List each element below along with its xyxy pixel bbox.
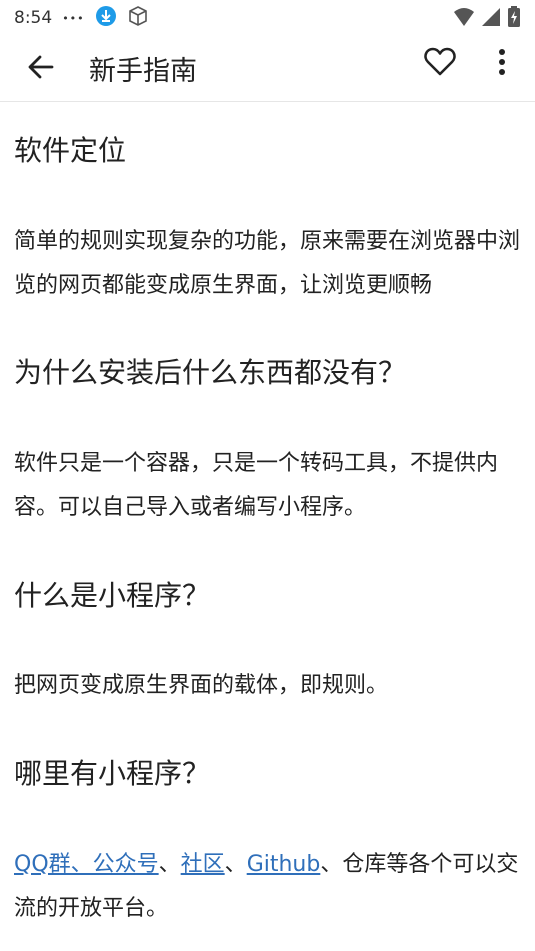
separator: 、: [158, 852, 181, 877]
back-button[interactable]: [13, 41, 69, 97]
page-title: 新手指南: [89, 56, 197, 87]
section-body: QQ群、公众号、社区、Github、仓库等各个可以交流的开放平台。: [14, 843, 524, 931]
separator: 、: [224, 852, 247, 877]
more-vert-icon: [498, 48, 506, 80]
community-link[interactable]: 社区: [181, 852, 225, 877]
status-bar: 8:54 •••: [0, 0, 535, 36]
status-dots: •••: [62, 11, 85, 25]
section-heading: 软件定位: [14, 134, 127, 167]
status-left: 8:54 •••: [14, 5, 149, 32]
heart-icon: [424, 47, 456, 81]
section-body: 简单的规则实现复杂的功能，原来需要在浏览器中浏览的网页都能变成原生界面，让浏览更…: [14, 229, 521, 298]
box-icon: [127, 5, 149, 32]
section-heading: 什么是小程序？: [14, 579, 211, 612]
favorite-button[interactable]: [418, 42, 462, 86]
section-heading: 为什么安装后什么东西都没有？: [14, 356, 407, 389]
section-body: 把网页变成原生界面的载体，即规则。: [14, 673, 389, 698]
section-body: 软件只是一个容器，只是一个转码工具，不提供内容。可以自己导入或者编写小程序。: [14, 451, 499, 520]
wifi-icon: [453, 7, 475, 32]
qq-group-link[interactable]: QQ群、公众号: [14, 852, 159, 877]
status-right: [453, 6, 521, 33]
signal-icon: [481, 7, 501, 32]
app-bar: 新手指南: [0, 36, 535, 102]
github-link[interactable]: Github: [247, 852, 321, 877]
arrow-back-icon: [27, 53, 55, 85]
battery-icon: [507, 6, 521, 33]
section-heading: 哪里有小程序？: [14, 757, 211, 790]
download-icon: [95, 5, 117, 32]
more-menu-button[interactable]: [482, 42, 522, 86]
status-time: 8:54: [14, 8, 53, 28]
